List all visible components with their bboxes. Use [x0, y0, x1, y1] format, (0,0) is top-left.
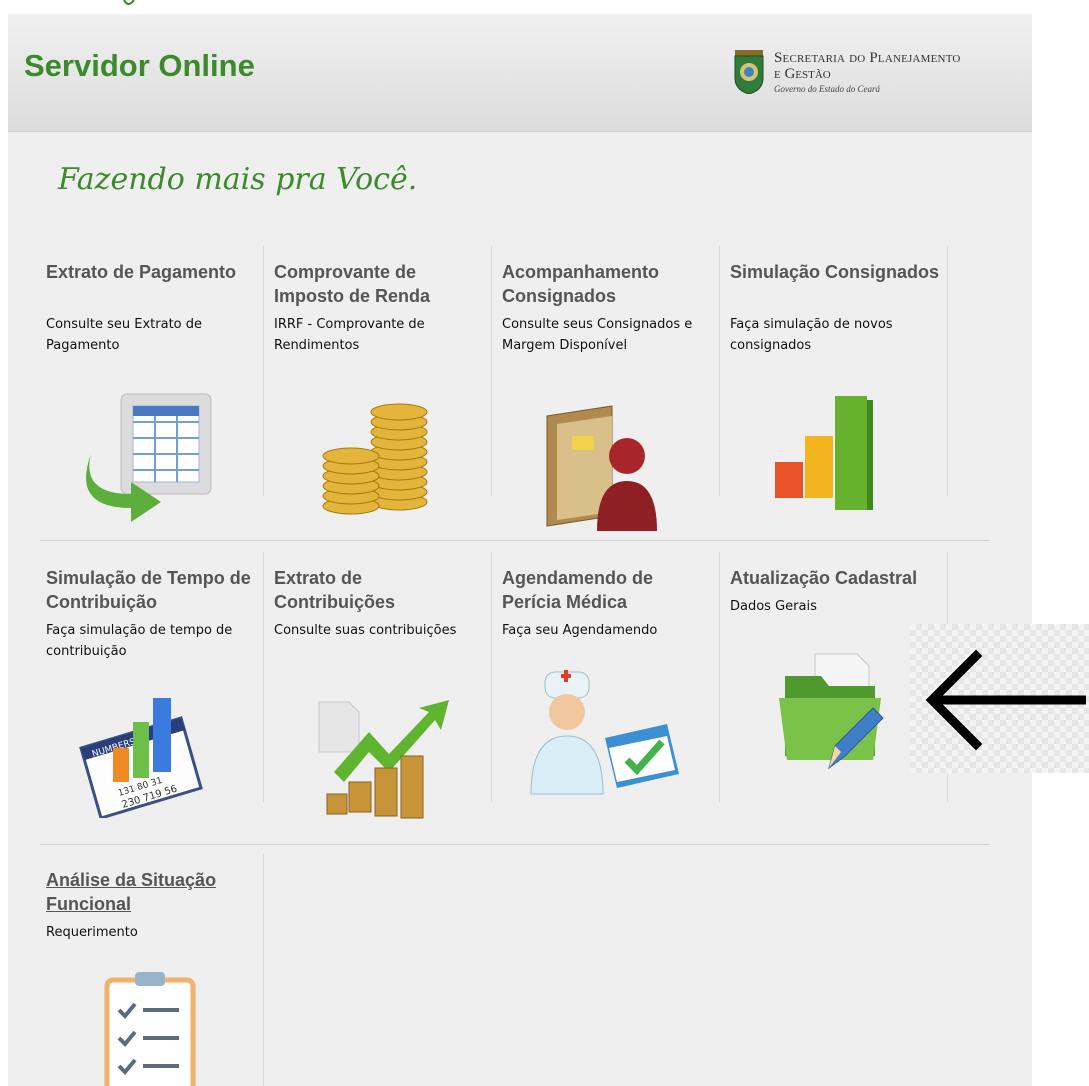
card-analise-situacao-funcional[interactable]: Análise da Situação Funcional Requerimen… [36, 854, 264, 1086]
bar-chart-icon [775, 396, 873, 510]
annotation-arrow-box [910, 624, 1089, 773]
card-description: Faça simulação de novos consignados [730, 317, 893, 353]
brand-line-2: e Gestão [774, 66, 831, 82]
card-description: Consulte seu Extrato de Pagamento [46, 317, 203, 353]
spreadsheet-refresh-icon [86, 393, 212, 522]
card-title[interactable]: Simulação de Tempo de Contribuição [46, 566, 256, 614]
main-panel: Servidor Online Secretaria do Planejamen… [8, 14, 1032, 1086]
card-title[interactable]: Comprovante de Imposto de Renda [274, 260, 484, 308]
nurse-calendar-icon [530, 670, 679, 795]
secretaria-brand[interactable]: Secretaria do Planejamento e Gestão Gove… [732, 46, 1032, 106]
numbers-chart-icon: NUMBERS 131 80 31 230 719 56 [79, 698, 203, 818]
card-title[interactable]: Extrato de Pagamento [46, 260, 256, 284]
card-description: Consulte seus Consignados e Margem Dispo… [502, 317, 693, 353]
left-arrow-icon [925, 649, 1086, 751]
card-description: IRRF - Comprovante de Rendimentos [274, 317, 425, 353]
coins-icon [322, 403, 428, 515]
card-title[interactable]: Simulação Consignados [730, 260, 940, 284]
header: Servidor Online Secretaria do Planejamen… [8, 14, 1032, 132]
card-title[interactable]: Atualização Cadastral [730, 566, 940, 590]
checklist-icon [104, 972, 196, 1086]
card-simulacao-consignados[interactable]: Simulação Consignados Faça simulação de … [720, 246, 948, 510]
card-imposto-renda[interactable]: Comprovante de Imposto de Renda IRRF - C… [264, 246, 492, 515]
card-description: Faça seu Agendamendo [502, 623, 658, 638]
green-mark-icon [116, 0, 146, 10]
card-description: Requerimento [46, 925, 138, 940]
tagline: Fazendo mais pra Você. [58, 162, 418, 197]
folder-person-icon [546, 405, 657, 531]
card-extrato-contribuicoes[interactable]: Extrato de Contribuições Consulte suas c… [264, 552, 492, 819]
folder-edit-icon [779, 653, 884, 770]
row-divider [40, 540, 990, 541]
coins-growth-icon [318, 700, 449, 819]
row-divider [40, 844, 990, 845]
card-extrato-pagamento[interactable]: Extrato de Pagamento Consulte seu Extrat… [36, 246, 264, 522]
brand-line-1: Secretaria do Planejamento [774, 50, 961, 66]
card-title[interactable]: Acompanhamento Consignados [502, 260, 712, 308]
site-title[interactable]: Servidor Online [24, 48, 255, 84]
card-description: Consulte suas contribuições [274, 623, 457, 638]
card-pericia-medica[interactable]: Agendamendo de Perícia Médica Faça seu A… [492, 552, 720, 802]
card-simulacao-tempo[interactable]: Simulação de Tempo de Contribuição Faça … [36, 552, 264, 818]
card-acompanhamento-consignados[interactable]: Acompanhamento Consignados Consulte seus… [492, 246, 720, 531]
card-description: Faça simulação de tempo de contribuição [46, 623, 233, 659]
card-title-link[interactable]: Análise da Situação Funcional [46, 868, 256, 916]
card-title[interactable]: Agendamendo de Perícia Médica [502, 566, 712, 614]
state-seal-icon [734, 50, 764, 94]
brand-line-3: Governo do Estado do Ceará [774, 84, 880, 94]
card-description: Dados Gerais [730, 599, 817, 614]
card-title[interactable]: Extrato de Contribuições [274, 566, 484, 614]
